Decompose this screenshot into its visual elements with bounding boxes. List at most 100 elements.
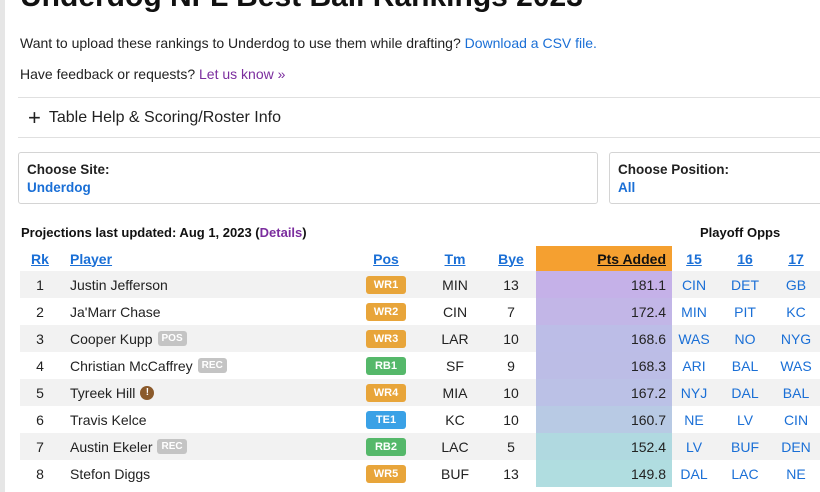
pts-added-cell: 149.8 [536,460,672,487]
header-week-16[interactable]: 16 [725,246,765,271]
position-badge: WR4 [366,383,406,402]
table-row: 7 Austin Ekeler REC RB2 LAC 5 152.4 LV BUF DEN [20,433,820,460]
bye-cell: 13 [503,276,519,293]
rank-cell: 8 [36,465,44,482]
playoff-week-17-opp[interactable]: WAS [776,352,816,379]
playoff-week-16-opp[interactable]: LV [725,406,765,433]
playoff-week-17-opp[interactable]: CIN [776,406,816,433]
header-week-15[interactable]: 15 [676,246,712,271]
choose-site-label: Choose Site: [27,162,110,177]
playoff-week-16-opp[interactable]: BAL [725,352,765,379]
playoff-week-17-opp[interactable]: KC [776,298,816,325]
let-us-know-link[interactable]: Let us know » [199,66,285,82]
header-bye[interactable]: Bye [493,246,529,271]
bye-cell: 10 [503,411,519,428]
header-tm[interactable]: Tm [435,246,475,271]
playoff-week-15-opp[interactable]: LV [676,433,712,460]
pts-added-cell: 168.3 [536,352,672,379]
playoff-week-16-opp[interactable]: DAL [725,379,765,406]
player-name[interactable]: Ja'Marr Chase [70,304,161,320]
header-week-17[interactable]: 17 [776,246,816,271]
player-tag-badge[interactable]: POS [157,331,187,346]
position-cell: WR4 [364,379,408,406]
alert-icon[interactable]: ! [140,385,155,400]
team-cell: MIA [442,384,468,401]
playoff-week-15-opp[interactable]: ARI [676,352,712,379]
choose-position-value: All [618,180,636,195]
position-cell: WR3 [364,325,408,352]
player-name[interactable]: Travis Kelce [70,412,147,428]
player-name[interactable]: Austin Ekeler [70,439,152,455]
divider-top [18,97,820,98]
table-row: 5 Tyreek Hill! WR4 MIA 10 167.2 NYJ DAL BAL [20,379,820,406]
table-help-toggle[interactable]: + Table Help & Scoring/Roster Info [28,107,281,129]
player-cell: Cooper Kupp POS [70,325,360,352]
player-name[interactable]: Christian McCaffrey [70,358,193,374]
playoff-week-16-opp[interactable]: NO [725,325,765,352]
bye-cell: 7 [507,303,515,320]
playoff-week-15-opp[interactable]: MIN [676,298,712,325]
position-badge: WR5 [366,464,406,483]
upload-text: Want to upload these rankings to Underdo… [20,35,461,51]
playoff-week-16-opp[interactable]: LAC [725,460,765,487]
player-name[interactable]: Stefon Diggs [70,466,150,482]
team-cell: LAR [441,330,469,347]
divider-bottom [18,137,820,138]
playoff-week-16-opp[interactable]: PIT [725,298,765,325]
projections-close: ) [302,225,307,240]
details-link[interactable]: Details [260,225,303,240]
playoff-week-15-opp[interactable]: CIN [676,271,712,298]
table-row: 2 Ja'Marr Chase WR2 CIN 7 172.4 MIN PIT KC [20,298,820,325]
rank-cell: 7 [36,438,44,455]
position-badge: WR3 [366,329,406,348]
position-badge: RB1 [366,356,406,375]
playoff-week-17-opp[interactable]: NYG [776,325,816,352]
player-name[interactable]: Tyreek Hill [70,385,135,401]
rank-cell: 4 [36,357,44,374]
playoff-week-15-opp[interactable]: DAL [676,460,712,487]
rank-cell: 6 [36,411,44,428]
playoff-week-15-opp[interactable]: WAS [676,325,712,352]
playoff-week-16-opp[interactable]: DET [725,271,765,298]
playoff-week-16-opp[interactable]: BUF [725,433,765,460]
position-cell: RB2 [364,433,408,460]
header-pts-added[interactable]: Pts Added [536,246,672,271]
position-badge: RB2 [366,437,406,456]
pts-added-cell: 167.2 [536,379,672,406]
playoff-week-15-opp[interactable]: NYJ [676,379,712,406]
header-rk[interactable]: Rk [20,246,60,271]
player-cell: Ja'Marr Chase [70,298,360,325]
choose-position-select[interactable]: Choose Position: All [609,152,820,204]
table-row: 1 Justin Jefferson WR1 MIN 13 181.1 CIN DET GB [20,271,820,298]
playoff-week-17-opp[interactable]: NE [776,460,816,487]
position-cell: WR5 [364,460,408,487]
team-cell: KC [445,411,465,428]
pts-added-cell: 160.7 [536,406,672,433]
projections-label: Projections last updated: Aug 1, 2023 ( [21,225,260,240]
position-badge: WR1 [366,275,406,294]
table-header-row: Rk Player Pos Tm Bye Pts Added 15 16 17 [20,246,820,271]
bye-cell: 9 [507,357,515,374]
table-row: 4 Christian McCaffrey REC RB1 SF 9 168.3 ARI BAL… [20,352,820,379]
player-cell: Tyreek Hill! [70,379,360,406]
player-name[interactable]: Justin Jefferson [70,277,168,293]
player-name[interactable]: Cooper Kupp [70,331,153,347]
team-cell: CIN [442,303,468,320]
playoff-week-15-opp[interactable]: NE [676,406,712,433]
player-tag-badge[interactable]: REC [197,358,227,373]
playoff-week-17-opp[interactable]: DEN [776,433,816,460]
feedback-paragraph: Have feedback or requests? Let us know » [20,66,285,82]
team-cell: LAC [441,438,469,455]
choose-site-select[interactable]: Choose Site: Underdog [18,152,598,204]
player-tag-badge[interactable]: REC [157,439,187,454]
header-player[interactable]: Player [70,246,360,271]
playoff-week-17-opp[interactable]: BAL [776,379,816,406]
rank-cell: 1 [36,276,44,293]
playoff-opps-label: Playoff Opps [700,225,781,240]
download-csv-link[interactable]: Download a CSV file. [465,35,597,51]
pts-added-cell: 172.4 [536,298,672,325]
bye-cell: 13 [503,465,519,482]
header-pos[interactable]: Pos [364,246,408,271]
table-help-label: Table Help & Scoring/Roster Info [48,109,281,126]
playoff-week-17-opp[interactable]: GB [776,271,816,298]
